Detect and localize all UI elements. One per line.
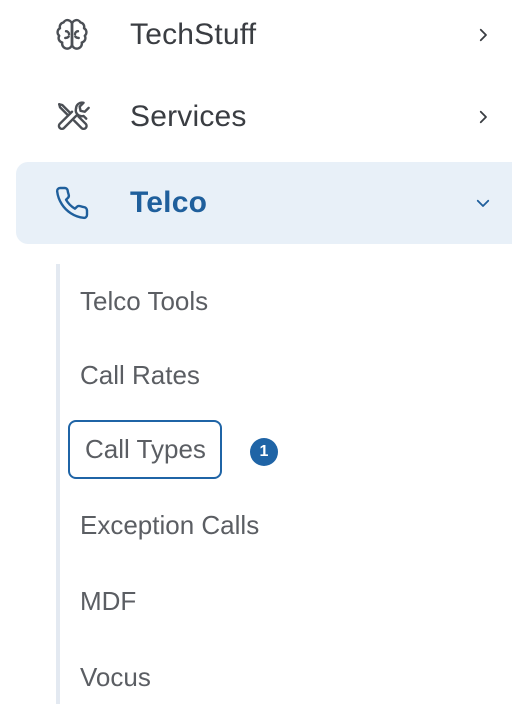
nav-item-techstuff[interactable]: TechStuff — [16, 0, 512, 76]
chevron-right-icon — [474, 26, 492, 44]
submenu-item-call-types[interactable]: Call Types — [68, 420, 222, 479]
tools-icon — [52, 97, 92, 137]
submenu-item-mdf[interactable]: MDF — [80, 586, 136, 617]
submenu-item-telco-tools[interactable]: Telco Tools — [80, 286, 208, 317]
chevron-down-icon — [474, 194, 492, 212]
nav-item-services[interactable]: Services — [16, 76, 512, 158]
chevron-right-icon — [474, 108, 492, 126]
nav-item-telco[interactable]: Telco — [16, 162, 512, 244]
submenu-item-vocus[interactable]: Vocus — [80, 662, 151, 693]
nav-item-label: Services — [130, 100, 247, 133]
count-badge: 1 — [250, 438, 278, 466]
submenu-item-call-rates[interactable]: Call Rates — [80, 360, 200, 391]
telco-submenu: Telco Tools Call Rates Call Types 1 Exce… — [56, 264, 512, 704]
phone-icon — [52, 183, 92, 223]
brain-icon — [52, 15, 92, 55]
nav-item-label: TechStuff — [130, 18, 257, 51]
nav-item-label: Telco — [130, 186, 208, 219]
submenu-item-exception-calls[interactable]: Exception Calls — [80, 510, 259, 541]
